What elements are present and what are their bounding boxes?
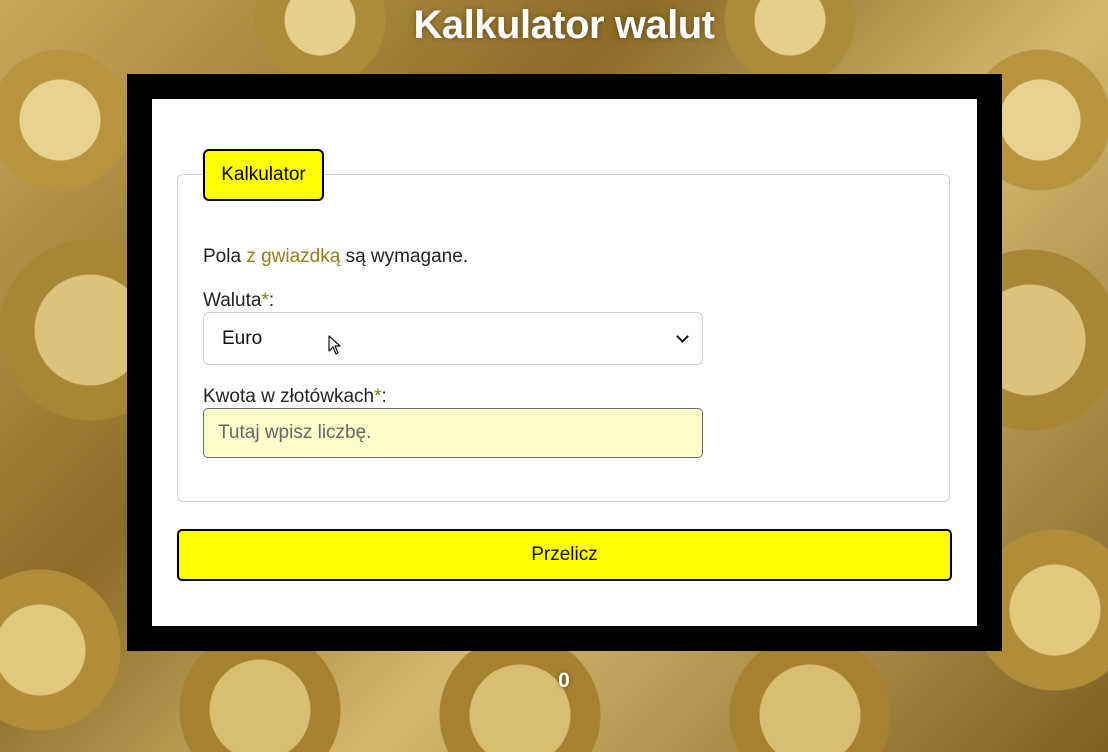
mouse-pointer-icon (328, 335, 341, 355)
currency-select[interactable]: Euro (203, 312, 703, 365)
amount-label: Kwota w złotówkach*: (203, 386, 387, 408)
page-title: Kalkulator walut (413, 3, 715, 47)
chevron-down-icon (676, 332, 690, 346)
required-note-suffix: są wymagane. (340, 246, 469, 267)
required-note-prefix: Pola (203, 246, 247, 267)
currency-label-suffix: : (268, 290, 275, 311)
conversion-result: 0 (558, 669, 570, 692)
amount-label-text: Kwota w złotówkach (203, 386, 375, 407)
currency-label: Waluta*: (203, 290, 274, 312)
calculator-card: Kalkulator Pola z gwiazdką są wymagane. … (152, 99, 977, 626)
amount-input[interactable] (203, 408, 703, 458)
amount-label-suffix: : (381, 386, 387, 407)
currency-label-text: Waluta (203, 290, 262, 311)
currency-required-mark: * (261, 290, 269, 311)
required-fields-note: Pola z gwiazdką są wymagane. (203, 246, 468, 268)
required-note-highlight: z gwiazdką (246, 246, 341, 267)
calculator-tab[interactable]: Kalkulator (203, 149, 324, 201)
currency-selected-value: Euro (222, 327, 263, 349)
convert-button[interactable]: Przelicz (177, 529, 952, 581)
